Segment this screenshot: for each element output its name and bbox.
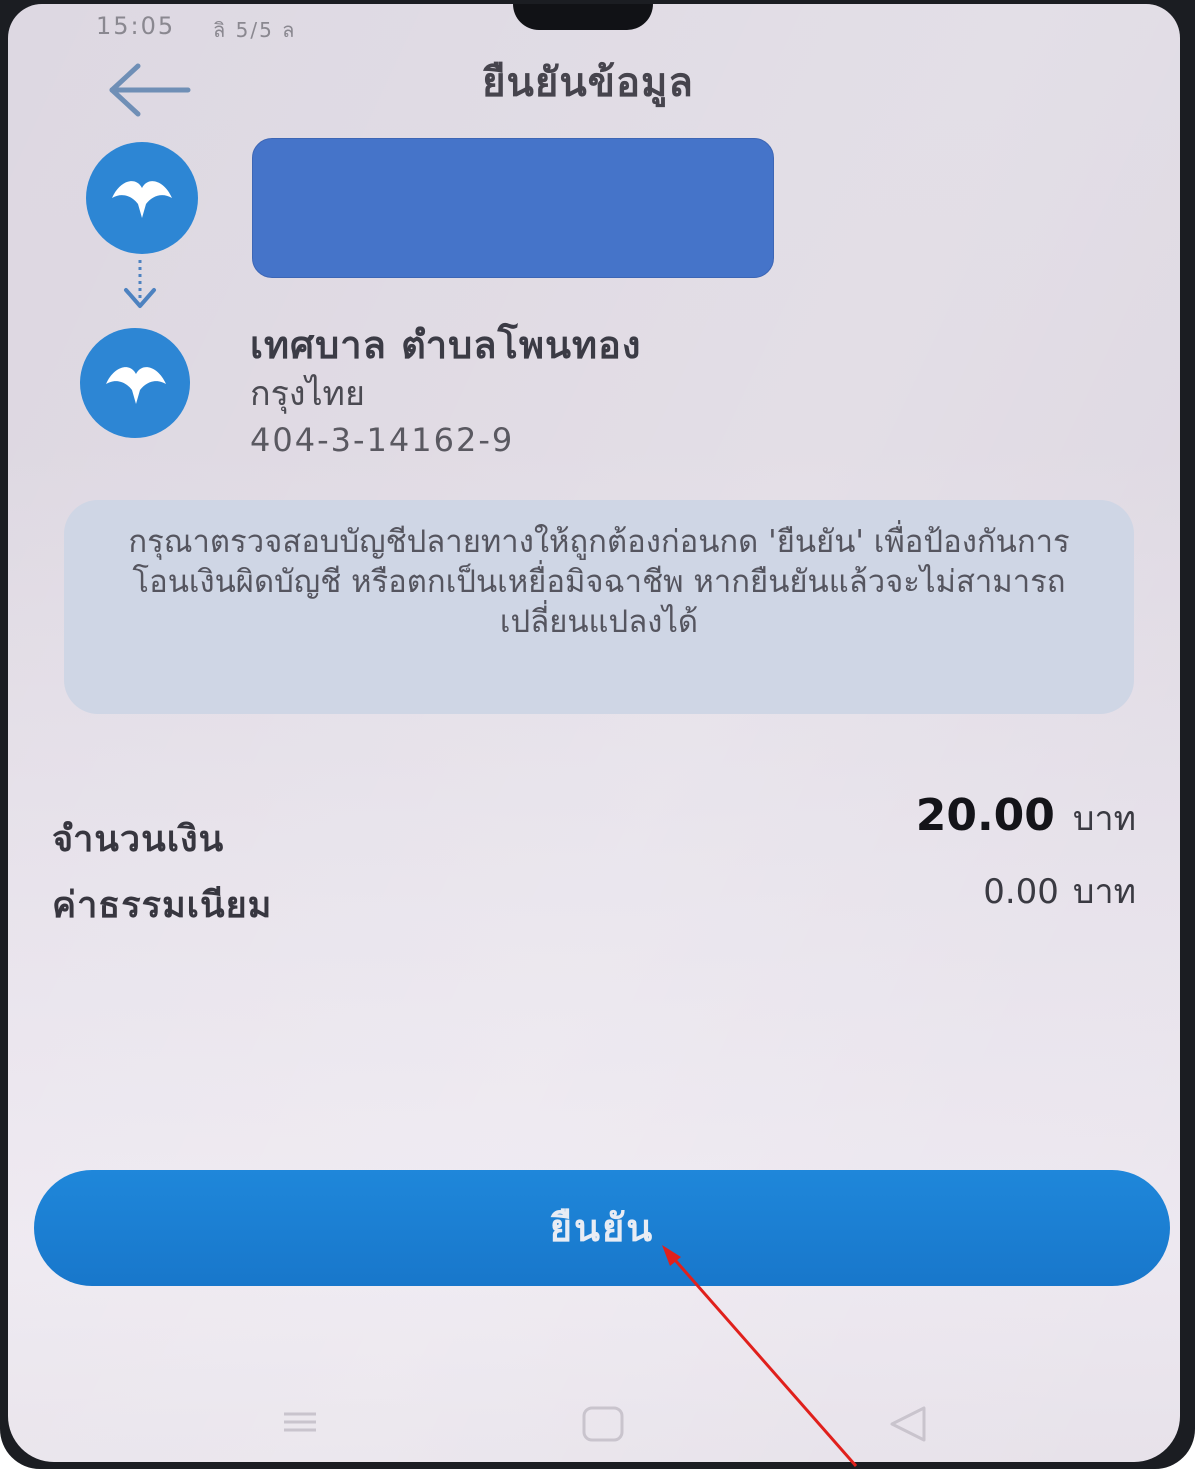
fee-number: 0.00 xyxy=(983,872,1059,912)
sender-info-redacted xyxy=(252,138,774,278)
menu-nav-icon[interactable] xyxy=(270,1402,330,1442)
amount-value: 20.00 บาท xyxy=(916,790,1136,845)
warning-message: กรุณาตรวจสอบบัญชีปลายทางให้ถูกต้องก่อนกด… xyxy=(64,500,1134,714)
fee-value: 0.00 บาท xyxy=(983,864,1136,918)
back-button[interactable] xyxy=(104,62,194,122)
recipient-details: เทศบาล ตำบลโพนทอง กรุงไทย 404-3-14162-9 xyxy=(250,322,641,462)
home-nav-icon[interactable] xyxy=(574,1402,634,1446)
bank-logo-icon xyxy=(112,181,172,218)
status-time: 15:05 xyxy=(96,12,176,40)
down-arrow-icon xyxy=(124,260,156,308)
sender-bank-logo xyxy=(86,142,198,254)
bank-logo-icon xyxy=(106,367,166,404)
phone-frame: 15:05 ลิ 5/5 ล ยืนยันข้อมูล เทศบาล ตำบลโ… xyxy=(0,0,1195,1469)
camera-notch xyxy=(513,4,653,30)
recipient-name: เทศบาล ตำบลโพนทอง xyxy=(250,323,642,367)
back-arrow-icon xyxy=(109,63,191,117)
fee-unit: บาท xyxy=(1072,872,1136,912)
system-nav-bar xyxy=(8,1392,1180,1452)
confirm-button[interactable]: ยืนยัน xyxy=(34,1170,1170,1286)
back-nav-icon[interactable] xyxy=(878,1402,938,1446)
recipient-bank: กรุงไทย xyxy=(250,374,365,414)
recipient-account-number: 404-3-14162-9 xyxy=(250,421,515,459)
page-title: ยืนยันข้อมูล xyxy=(482,60,694,106)
amount-label: จำนวนเงิน xyxy=(52,819,225,860)
amount-number: 20.00 xyxy=(915,790,1055,841)
recipient-bank-logo xyxy=(80,328,190,438)
amount-unit: บาท xyxy=(1072,799,1136,839)
app-screen: 15:05 ลิ 5/5 ล ยืนยันข้อมูล เทศบาล ตำบลโ… xyxy=(8,4,1180,1462)
transfer-direction-arrow xyxy=(120,258,160,314)
status-icons: ลิ 5/5 ล xyxy=(213,18,297,42)
fee-label: ค่าธรรมเนียม xyxy=(52,885,273,926)
